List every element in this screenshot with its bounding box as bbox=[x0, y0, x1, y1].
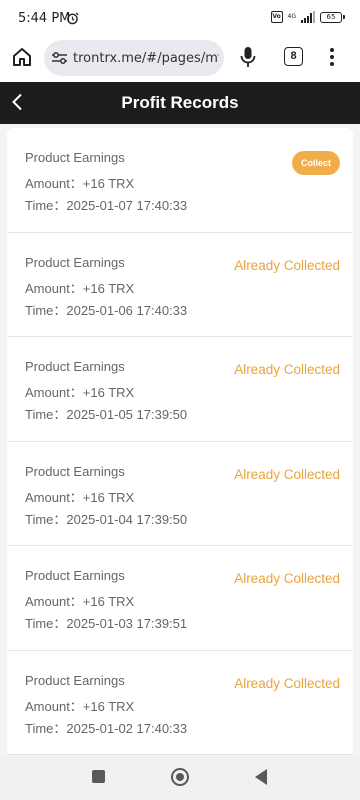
record-time: Time：2025-01-05 17:39:50 bbox=[25, 407, 188, 422]
status-icons: Vo 4G 65 bbox=[270, 11, 345, 23]
record-item: Product Earnings Amount：+16 TRX Time：202… bbox=[7, 232, 353, 337]
record-amount: Amount：+16 TRX bbox=[25, 280, 135, 296]
volte-icon: Vo bbox=[270, 11, 283, 23]
system-nav-bar bbox=[0, 756, 360, 800]
record-time: Time：2025-01-02 17:40:33 bbox=[25, 720, 188, 736]
record-title: Product Earnings bbox=[25, 672, 125, 688]
record-amount: Amount：+16 TRX bbox=[25, 489, 135, 505]
more-vert-icon[interactable] bbox=[330, 47, 334, 67]
collected-status: Already Collected bbox=[234, 571, 340, 586]
signal-icon bbox=[301, 11, 315, 23]
back-triangle-icon[interactable] bbox=[255, 769, 267, 785]
record-item: Product Earnings Amount：+16 TRX Time：202… bbox=[7, 337, 353, 442]
record-amount: Amount：+16 TRX bbox=[25, 698, 135, 714]
recent-apps-icon[interactable] bbox=[92, 770, 105, 783]
address-bar[interactable]: trontrx.me/#/pages/my/s bbox=[44, 40, 224, 76]
record-time: Time：2025-01-07 17:40:33 bbox=[25, 198, 188, 213]
record-title: Product Earnings bbox=[25, 463, 125, 479]
collected-status: Already Collected bbox=[234, 362, 340, 377]
record-amount: Amount：+16 TRX bbox=[25, 176, 135, 191]
record-amount: Amount：+16 TRX bbox=[25, 385, 135, 400]
tune-icon[interactable] bbox=[52, 51, 67, 65]
record-time: Time：2025-01-03 17:39:51 bbox=[25, 616, 188, 631]
tab-switcher-button[interactable]: 8 bbox=[284, 47, 303, 66]
battery-icon: 65 bbox=[320, 11, 345, 23]
home-icon[interactable] bbox=[11, 46, 33, 68]
record-title: Product Earnings bbox=[25, 150, 125, 165]
collect-button[interactable]: Collect bbox=[292, 151, 340, 175]
network-label: 4G bbox=[287, 13, 296, 20]
record-item: Product Earnings Amount：+16 TRX Time：202… bbox=[7, 441, 353, 546]
record-item: Product Earnings Amount：+16 TRX Time：202… bbox=[7, 650, 353, 755]
record-time: Time：2025-01-04 17:39:50 bbox=[25, 511, 188, 527]
collected-status: Already Collected bbox=[234, 257, 340, 273]
status-bar: 5:44 PM Vo 4G 65 bbox=[0, 0, 360, 36]
alarm-icon bbox=[66, 12, 79, 25]
status-time: 5:44 PM bbox=[18, 11, 71, 26]
record-title: Product Earnings bbox=[25, 359, 125, 374]
collected-status: Already Collected bbox=[234, 466, 340, 482]
record-title: Product Earnings bbox=[25, 254, 125, 270]
url-text[interactable]: trontrx.me/#/pages/my/s bbox=[73, 51, 219, 66]
browser-toolbar: trontrx.me/#/pages/my/s 8 bbox=[0, 36, 360, 82]
record-item: Product Earnings Amount：+16 TRX Time：202… bbox=[7, 128, 353, 233]
app-header: Profit Records bbox=[0, 82, 360, 124]
record-amount: Amount：+16 TRX bbox=[25, 594, 135, 609]
record-time: Time：2025-01-06 17:40:33 bbox=[25, 302, 188, 318]
profit-records-list[interactable]: Product Earnings Amount：+16 TRX Time：202… bbox=[0, 128, 360, 756]
mic-icon[interactable] bbox=[240, 46, 256, 68]
page-title: Profit Records bbox=[121, 93, 239, 112]
record-title: Product Earnings bbox=[25, 568, 125, 583]
record-item: Product Earnings Amount：+16 TRX Time：202… bbox=[7, 546, 353, 651]
collected-status: Already Collected bbox=[234, 675, 340, 691]
home-circle-icon[interactable] bbox=[171, 768, 189, 786]
